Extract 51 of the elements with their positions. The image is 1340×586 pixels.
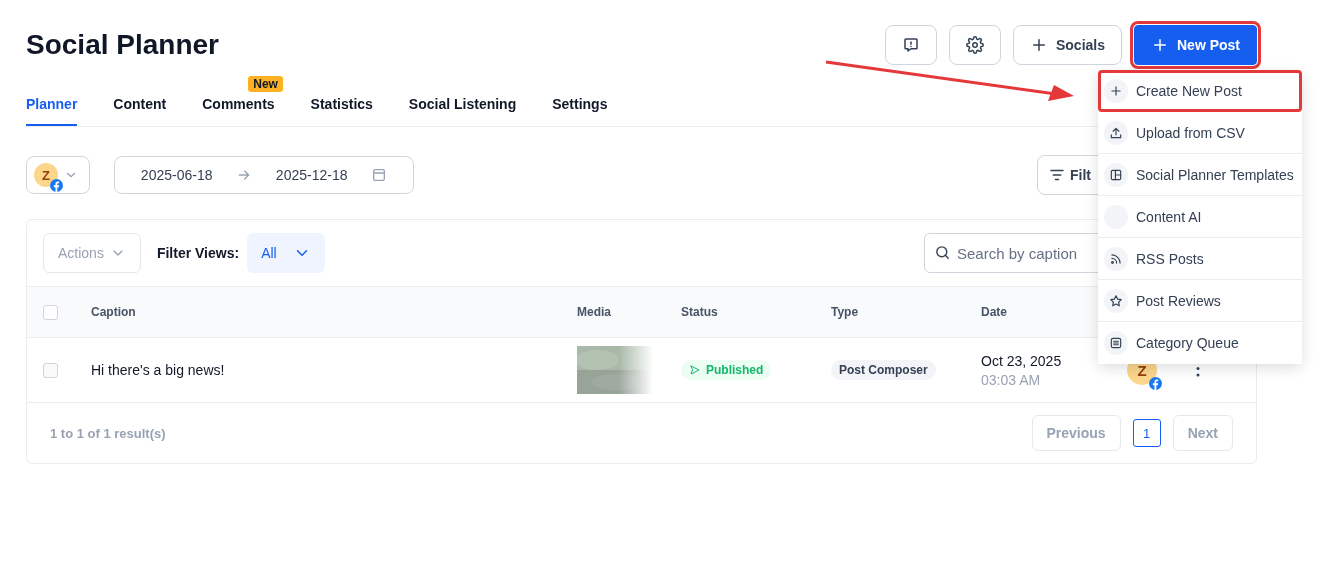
list-icon <box>1109 336 1123 350</box>
account-select[interactable]: Z <box>26 156 90 194</box>
menu-item[interactable]: Create New Post <box>1098 70 1302 112</box>
column-header: Type <box>831 305 860 319</box>
add-socials-button[interactable]: Socials <box>1012 25 1122 65</box>
rss-icon <box>1109 251 1123 266</box>
column-header: Media <box>577 305 612 319</box>
filter-views-label: Filter Views: <box>156 245 240 261</box>
plus-icon <box>1109 83 1123 98</box>
new-badge: New <box>248 76 283 92</box>
results-summary: 1 to 1 of 1 result(s) <box>50 425 166 441</box>
date-range-field[interactable]: 2025-06-18 2025-12-18 <box>114 156 414 194</box>
page-button[interactable]: 1 <box>1132 419 1161 447</box>
facebook-icon <box>1149 377 1162 390</box>
end-date: 2025-12-18 <box>275 167 348 183</box>
row-checkbox[interactable] <box>43 362 58 378</box>
caption-cell-text: Hi there's a big news! <box>91 362 226 378</box>
message-alert-icon <box>901 36 920 54</box>
plus-icon <box>1151 36 1169 54</box>
column-header: Status <box>681 305 719 319</box>
search-icon <box>934 244 951 261</box>
filter-views-dropdown[interactable]: All <box>247 233 325 273</box>
upload-icon <box>1109 125 1123 140</box>
start-date: 2025-06-18 <box>140 167 213 183</box>
menu-item[interactable]: Upload from CSV <box>1098 112 1302 154</box>
column-header: Date <box>981 305 1008 319</box>
tab[interactable]: Statistics <box>310 96 373 126</box>
page-title: Social Planner <box>26 29 219 61</box>
tab[interactable]: Planner <box>26 96 78 126</box>
menu-item[interactable]: Category Queue <box>1098 322 1302 364</box>
tab[interactable]: Social Listening <box>408 96 517 126</box>
feedback-button[interactable] <box>884 25 937 65</box>
layout-icon <box>1109 167 1123 182</box>
column-header: Caption <box>91 305 137 319</box>
tab[interactable]: Settings <box>552 96 608 126</box>
status-badge: Published <box>681 360 772 380</box>
menu-item[interactable]: Social Planner Templates <box>1098 154 1302 196</box>
calendar-icon <box>371 167 388 183</box>
post-time: 03:03 AM <box>981 371 1042 388</box>
settings-button[interactable] <box>948 25 1001 65</box>
settings-icon <box>965 36 984 54</box>
post-date: Oct 23, 2025 <box>981 352 1063 369</box>
menu-item[interactable]: RSS Posts <box>1098 238 1302 280</box>
send-icon <box>689 364 701 376</box>
menu-item[interactable]: Post Reviews <box>1098 280 1302 322</box>
star-icon <box>1109 293 1123 308</box>
select-all-checkbox[interactable] <box>43 304 58 320</box>
tab[interactable]: Content <box>113 96 167 126</box>
type-tag: Post Composer <box>831 360 936 380</box>
menu-item[interactable]: Content AI <box>1098 196 1302 238</box>
facebook-icon <box>50 179 63 192</box>
